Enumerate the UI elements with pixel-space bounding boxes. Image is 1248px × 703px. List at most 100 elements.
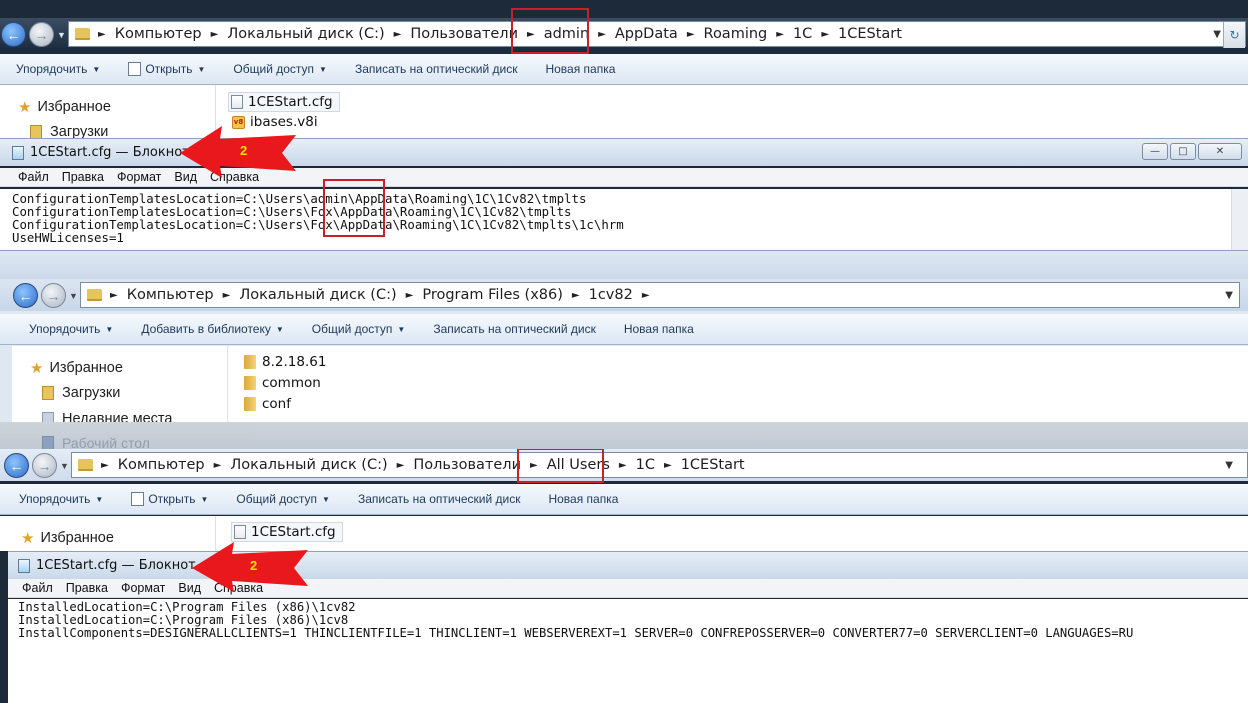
menu-format[interactable]: Формат <box>121 581 165 595</box>
star-icon: ★ <box>30 360 44 377</box>
chevron-right-icon: ► <box>393 28 402 40</box>
forward-button[interactable]: → <box>29 22 54 47</box>
text-line: ConfigurationTemplatesLocation=C:\Users\… <box>12 217 624 232</box>
desktop-icon <box>42 436 54 449</box>
forward-button[interactable]: → <box>32 453 57 478</box>
explorer-window-2: ← → ▼ ► Компьютер ► Локальный диск (C:) ► … <box>0 250 1248 422</box>
recent-pages-dropdown[interactable]: ▼ <box>60 461 69 471</box>
breadcrumb[interactable]: Локальный диск (C:) ► <box>239 287 422 303</box>
chevron-right-icon: ► <box>686 28 695 40</box>
new-folder-button[interactable]: Новая папка <box>548 492 618 506</box>
folder-item[interactable]: 8.2.18.61 <box>244 354 326 370</box>
new-folder-button[interactable]: Новая папка <box>545 62 615 76</box>
address-bar[interactable]: ► Компьютер ► Локальный диск (C:) ► Progra… <box>80 282 1240 308</box>
chevron-down-icon[interactable]: ▼ <box>1225 460 1233 471</box>
back-button[interactable]: ← <box>4 453 29 478</box>
folder-icon <box>244 376 256 390</box>
chevron-right-icon: ► <box>641 289 650 301</box>
refresh-icon[interactable]: ↻ <box>1223 22 1245 48</box>
chevron-right-icon: ► <box>110 289 118 301</box>
nav-recent-places[interactable]: Недавние места <box>42 411 172 422</box>
breadcrumb[interactable]: Компьютер ► <box>127 287 240 303</box>
breadcrumb[interactable]: Локальный диск (C:) ► <box>227 26 410 42</box>
notepad-icon <box>18 558 30 573</box>
explorer-content: ★ Избранное 1CEStart.cfg <box>0 516 1248 551</box>
notepad-icon <box>128 62 142 76</box>
nav-downloads[interactable]: Загрузки <box>42 385 120 401</box>
menu-file[interactable]: Файл <box>22 581 53 595</box>
breadcrumb[interactable]: 1CEStart <box>681 457 745 473</box>
maximize-button[interactable]: □ <box>1170 143 1196 160</box>
notepad-icon <box>131 492 145 506</box>
back-button[interactable]: ← <box>13 283 38 308</box>
text-editor[interactable]: ConfigurationTemplatesLocation=C:\Users\… <box>0 189 1248 250</box>
address-bar[interactable]: ► Компьютер ► Локальный диск (C:) ► Пользо… <box>71 452 1248 478</box>
breadcrumb[interactable]: 1C ► <box>636 457 681 473</box>
folder-item[interactable]: conf <box>244 396 291 412</box>
add-to-library-button[interactable]: Добавить в библиотеку ▼ <box>141 322 283 336</box>
nav-desktop[interactable]: Рабочий стол <box>42 435 150 449</box>
file-item[interactable]: 1CEStart.cfg <box>231 522 343 542</box>
open-button[interactable]: Открыть ▼ <box>128 62 205 76</box>
address-bar[interactable]: ► Компьютер ► Локальный диск (C:) ► Пользо… <box>68 21 1246 48</box>
chevron-right-icon: ► <box>222 289 231 301</box>
command-bar: Упорядочить ▼ Открыть ▼ Общий доступ ▼ Запи… <box>0 54 1248 85</box>
organize-button[interactable]: Упорядочить ▼ <box>16 62 100 76</box>
breadcrumb[interactable]: Program Files (x86) ► <box>422 287 588 303</box>
menu-format[interactable]: Формат <box>117 170 161 184</box>
chevron-right-icon: ► <box>405 289 414 301</box>
share-button[interactable]: Общий доступ ▼ <box>312 322 406 336</box>
breadcrumb[interactable]: 1CEStart <box>838 26 902 42</box>
organize-button[interactable]: Упорядочить ▼ <box>19 492 103 506</box>
recent-pages-dropdown[interactable]: ▼ <box>69 291 78 301</box>
close-button[interactable]: ✕ <box>1198 143 1242 160</box>
file-item[interactable]: 1CEStart.cfg <box>228 92 340 112</box>
chevron-right-icon: ► <box>618 459 627 471</box>
forward-button[interactable]: → <box>41 283 66 308</box>
menu-edit[interactable]: Правка <box>66 581 108 595</box>
chevron-down-icon[interactable]: ▼ <box>1213 29 1221 40</box>
minimize-button[interactable]: — <box>1142 143 1168 160</box>
share-button[interactable]: Общий доступ ▼ <box>233 62 327 76</box>
vertical-scrollbar[interactable] <box>1231 189 1248 250</box>
burn-button[interactable]: Записать на оптический диск <box>358 492 521 506</box>
breadcrumb[interactable]: 1cv82 ► <box>589 287 659 303</box>
folder-item[interactable]: common <box>244 375 321 391</box>
folder-icon <box>78 459 93 471</box>
nav-favorites[interactable]: ★ Избранное <box>30 359 123 377</box>
text-line: UseHWLicenses=1 <box>12 230 124 245</box>
chevron-down-icon: ▼ <box>397 324 406 334</box>
breadcrumb[interactable]: Компьютер ► <box>118 457 231 473</box>
breadcrumb[interactable]: Локальный диск (C:) ► <box>230 457 413 473</box>
nav-favorites[interactable]: ★ Избранное <box>21 529 114 547</box>
chevron-right-icon: ► <box>776 28 784 40</box>
star-icon: ★ <box>21 530 35 547</box>
breadcrumb[interactable]: Roaming ► <box>704 26 793 42</box>
chevron-right-icon: ► <box>210 28 219 40</box>
burn-button[interactable]: Записать на оптический диск <box>433 322 596 336</box>
share-button[interactable]: Общий доступ ▼ <box>236 492 330 506</box>
chevron-down-icon: ▼ <box>197 64 206 74</box>
chevron-down-icon[interactable]: ▼ <box>1225 290 1233 301</box>
chevron-right-icon: ► <box>598 28 606 40</box>
recent-places-icon <box>42 412 54 422</box>
nav-favorites[interactable]: ★ Избранное <box>18 98 111 116</box>
breadcrumb[interactable]: Компьютер ► <box>115 26 228 42</box>
new-folder-button[interactable]: Новая папка <box>624 322 694 336</box>
chevron-right-icon: ► <box>98 28 106 40</box>
menu-file[interactable]: Файл <box>18 170 49 184</box>
folder-icon <box>244 397 256 411</box>
breadcrumb[interactable]: AppData ► <box>615 26 704 42</box>
menu-edit[interactable]: Правка <box>62 170 104 184</box>
breadcrumb[interactable]: 1C ► <box>793 26 838 42</box>
back-button[interactable]: ← <box>1 22 26 47</box>
chevron-down-icon: ▼ <box>275 324 284 334</box>
chevron-right-icon: ► <box>821 28 830 40</box>
organize-button[interactable]: Упорядочить ▼ <box>29 322 113 336</box>
open-button[interactable]: Открыть ▼ <box>131 492 208 506</box>
burn-button[interactable]: Записать на оптический диск <box>355 62 518 76</box>
folder-icon <box>75 28 90 40</box>
text-editor[interactable]: InstalledLocation=C:\Program Files (x86)… <box>8 599 1248 703</box>
recent-pages-dropdown[interactable]: ▼ <box>57 30 66 40</box>
text-file-icon <box>234 525 246 539</box>
